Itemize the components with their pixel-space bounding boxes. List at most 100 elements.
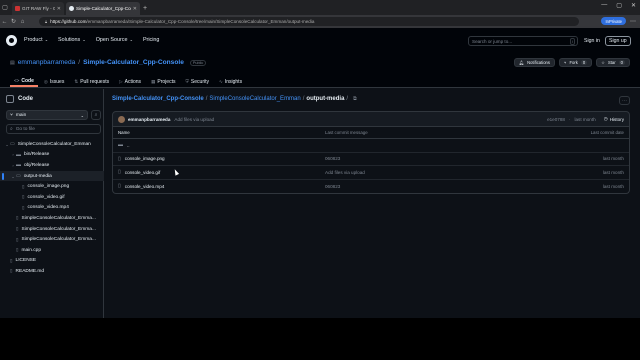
sign-up-button[interactable]: Sign up	[605, 36, 631, 46]
repo-owner-link[interactable]: emmanpbarrameda	[18, 59, 76, 66]
tree-item-root-folder[interactable]: ⌄ ▭ SimpleConsoleCalculator_Emman	[0, 139, 104, 150]
breadcrumb-separator: /	[346, 96, 349, 102]
search-icon[interactable]: ⌕	[91, 110, 101, 120]
breadcrumb-folder-link[interactable]: SimpleConsoleCalculator_Emman	[209, 96, 300, 102]
tree-item-readme[interactable]: ▯ README.md	[0, 266, 104, 277]
home-icon[interactable]: ⌂	[18, 19, 27, 25]
star-icon: ☆	[601, 60, 605, 65]
header-name: Name	[118, 130, 130, 135]
github-logo-icon[interactable]	[6, 35, 17, 46]
tab-label: Projects	[157, 78, 176, 85]
browser-tab-github[interactable]: Simple-Calculator_Cpp-Console/out... ✕	[66, 2, 140, 15]
tree-item-output-media[interactable]: ⌄ ▭ output-media	[0, 170, 104, 182]
commit-message[interactable]: Add files via upload	[174, 117, 214, 122]
tree-item-project-file-3[interactable]: ▯ SimpleConsoleCalculator_Emma...	[0, 234, 104, 245]
more-options-icon[interactable]: ⋯	[619, 96, 630, 105]
go-to-file-input[interactable]: ⌕ Go to file	[6, 124, 101, 134]
breadcrumb-repo-link[interactable]: Simple-Calculator_Cpp-Console	[112, 96, 204, 102]
nav-open-source[interactable]: Open Source ⌄	[96, 37, 133, 43]
pull-request-icon: ⇅	[74, 78, 79, 84]
tree-item-label: SimpleConsoleCalculator_Emma...	[21, 215, 96, 221]
close-window-icon[interactable]: ✕	[631, 2, 636, 9]
tree-item-console-image[interactable]: ▯ console_image.png	[0, 181, 104, 192]
row-message[interactable]: Add files via upload	[325, 170, 575, 175]
tree-item-project-file-1[interactable]: ▯ SimpleConsoleCalculator_Emma...	[0, 213, 104, 224]
tab-actions[interactable]: ▷ Actions	[115, 76, 145, 87]
repo-action-buttons: 🔔︎ Notifications ⑂ Fork 0 ☆ Star 0	[513, 58, 630, 67]
file-icon: ▯	[10, 268, 13, 274]
commit-hash[interactable]: e1e0788	[547, 117, 565, 122]
fork-icon: ⑂	[563, 60, 567, 65]
browser-tab-gitraw[interactable]: GIT RAW Fly - GitHub Raw Link Genera... …	[12, 2, 64, 15]
chevron-down-icon: ⌄	[80, 112, 84, 118]
address-bar[interactable]: 🔒︎ https://github.com /emmanpbarrameda/S…	[39, 17, 579, 26]
file-link[interactable]: console_video.gif	[125, 170, 161, 175]
sign-in-link[interactable]: Sign in	[584, 38, 600, 44]
fork-button[interactable]: ⑂ Fork 0	[558, 58, 593, 67]
tree-item-label: console_image.png	[27, 184, 70, 190]
table-row[interactable]: ▯ console_video.mp4 060823 last month	[113, 180, 629, 194]
branch-selector[interactable]: ⑂ main ⌄	[6, 110, 88, 120]
tree-item-console-video-mp4[interactable]: ▯ console_video.mp4	[0, 203, 104, 214]
parent-dir-link[interactable]: ..	[127, 143, 130, 148]
search-icon: ⌕	[10, 127, 13, 132]
tree-item-project-file-2[interactable]: ▯ SimpleConsoleCalculator_Emma...	[0, 224, 104, 235]
back-icon[interactable]: ←	[0, 19, 9, 25]
tree-item-obj-release[interactable]: › ▬ obj/Release	[0, 160, 104, 171]
file-icon: ▯	[118, 169, 121, 176]
tab-pull-requests[interactable]: ⇅ Pull requests	[70, 76, 113, 87]
repo-icon: ▤	[10, 59, 15, 66]
tab-issues[interactable]: ◎ Issues	[40, 76, 68, 87]
tab-label: Actions	[124, 78, 142, 85]
file-icon: ▯	[16, 247, 19, 253]
star-button[interactable]: ☆ Star 0	[596, 58, 630, 67]
tree-item-license[interactable]: ▯ LICENSE	[0, 256, 104, 267]
table-row[interactable]: ▯ console_image.png 060823 last month	[113, 153, 629, 166]
tab-label: Issues	[49, 78, 65, 85]
commit-author[interactable]: emmanpbarrameda	[128, 117, 170, 122]
nav-solutions[interactable]: Solutions ⌄	[58, 37, 86, 43]
branch-icon: ⑂	[10, 113, 13, 118]
tab-projects[interactable]: ▦ Projects	[147, 76, 179, 87]
folder-open-icon: ▭	[10, 141, 15, 148]
tab-security[interactable]: ⛨ Security	[181, 76, 213, 87]
collapse-panel-icon[interactable]	[6, 95, 14, 103]
file-tree-sidebar: Code ⑂ main ⌄ ⌕ ⌕ Go to file ⌄ ▭ SimpleCon…	[0, 89, 104, 318]
avatar[interactable]	[118, 115, 125, 123]
commit-meta: e1e0788 · last month ◷ History	[547, 116, 624, 122]
file-link[interactable]: console_video.mp4	[125, 184, 165, 189]
browser-tab-label: Simple-Calculator_Cpp-Console/out...	[76, 6, 131, 11]
table-row-parent[interactable]: ▬ ..	[113, 139, 629, 153]
inprivate-badge[interactable]: InPrivate	[601, 17, 626, 25]
tree-item-console-video-gif[interactable]: ▯ console_video.gif	[0, 192, 104, 203]
history-button[interactable]: ◷ History	[604, 116, 624, 122]
nav-pricing[interactable]: Pricing	[143, 37, 159, 43]
table-row[interactable]: ▯ console_video.gif Add files via upload…	[113, 166, 629, 180]
github-search-input[interactable]: Search or jump to... /	[468, 36, 578, 46]
copy-path-icon[interactable]: ⧉	[353, 96, 357, 102]
tab-label: Security	[190, 78, 209, 85]
refresh-icon[interactable]: ↻	[9, 18, 18, 25]
repo-name-link[interactable]: Simple-Calculator_Cpp-Console	[83, 59, 184, 66]
close-tab-icon[interactable]: ✕	[57, 6, 61, 12]
tab-insights[interactable]: ∿ Insights	[215, 76, 246, 87]
github-header: Product ⌄ Solutions ⌄ Open Source ⌄ Pric…	[0, 28, 640, 54]
maximize-icon[interactable]: ▢	[616, 2, 622, 9]
close-tab-icon[interactable]: ✕	[133, 6, 137, 12]
tree-item-label: SimpleConsoleCalculator_Emma...	[21, 226, 96, 232]
row-message[interactable]: 060823	[325, 184, 575, 189]
nav-label: Open Source	[95, 37, 128, 43]
tab-code[interactable]: <> Code	[10, 76, 38, 87]
tree-item-bin-release[interactable]: › ▬ bin/Release	[0, 150, 104, 161]
new-tab-icon[interactable]: +	[140, 2, 150, 15]
tree-item-main-cpp[interactable]: ▯ main.cpp	[0, 245, 104, 256]
nav-product[interactable]: Product ⌄	[24, 37, 48, 43]
notifications-button[interactable]: 🔔︎ Notifications	[513, 58, 555, 67]
file-icon: ▯	[118, 155, 121, 162]
bell-icon: 🔔︎	[518, 59, 525, 65]
row-message[interactable]: 060823	[325, 156, 575, 161]
minimize-icon[interactable]: —	[601, 2, 607, 9]
window-menu-icon[interactable]: ▢	[0, 0, 10, 15]
file-link[interactable]: console_image.png	[125, 156, 165, 161]
more-menu-icon[interactable]: ⋯	[630, 18, 636, 25]
